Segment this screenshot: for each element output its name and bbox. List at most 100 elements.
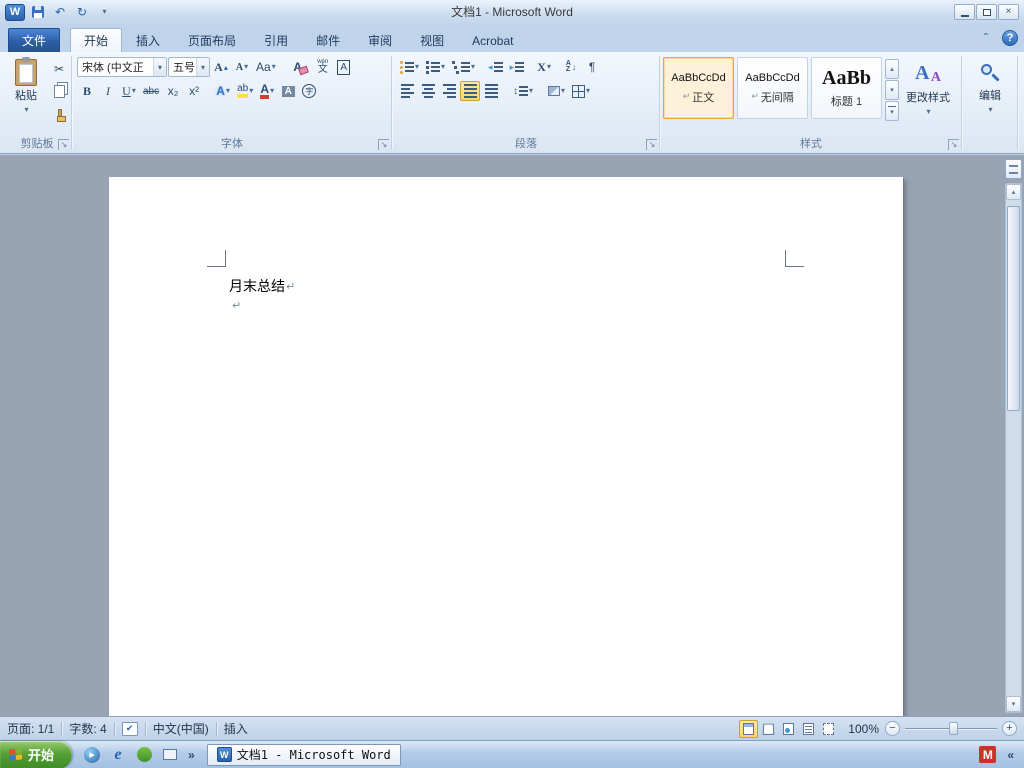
font-name-select[interactable]: 宋体 (中文正 ▾	[77, 57, 167, 77]
font-dialog-launcher[interactable]: ↘	[378, 139, 389, 150]
justify-button[interactable]	[460, 81, 480, 101]
styles-scroll-up-button[interactable]: ▴	[885, 59, 899, 79]
scroll-down-button[interactable]: ▾	[1006, 696, 1021, 712]
superscript-button[interactable]: x²	[184, 81, 204, 101]
shrink-font-button[interactable]: A ▾	[232, 57, 252, 77]
line-spacing-button[interactable]: ↕ ▾	[510, 81, 536, 101]
style-normal[interactable]: AaBbCcDd ↵ 正文	[663, 57, 734, 119]
qat-customize-button[interactable]: ▾	[95, 3, 113, 21]
change-styles-button[interactable]: AA 更改样式 ▾	[902, 57, 954, 121]
tab-file[interactable]: 文件	[8, 28, 61, 52]
tab-references[interactable]: 引用	[250, 28, 302, 52]
copy-button[interactable]	[49, 81, 69, 101]
sort-button[interactable]: A Z ↓	[561, 57, 581, 77]
character-shading-button[interactable]: A	[278, 81, 298, 101]
format-painter-button[interactable]	[49, 103, 69, 123]
quick-launch-overflow-chevron[interactable]: »	[188, 748, 195, 762]
undo-button[interactable]: ↶	[51, 3, 69, 21]
zoom-level[interactable]: 100%	[848, 722, 879, 736]
distribute-button[interactable]	[481, 81, 501, 101]
strikethrough-button[interactable]: abc	[140, 81, 162, 101]
save-button[interactable]	[29, 3, 47, 21]
paragraph-dialog-launcher[interactable]: ↘	[646, 139, 657, 150]
styles-gallery-expand-button[interactable]: ▾	[885, 101, 899, 121]
show-desktop-icon[interactable]	[160, 745, 180, 765]
bold-button[interactable]: B	[77, 81, 97, 101]
clear-formatting-button[interactable]: A	[288, 57, 308, 77]
draft-view-button[interactable]	[819, 720, 838, 738]
scrollbar-thumb[interactable]	[1007, 206, 1020, 411]
zoom-slider[interactable]	[905, 721, 997, 736]
chevron-down-icon[interactable]: ▾	[196, 58, 209, 76]
word-logo-icon[interactable]: W	[5, 3, 25, 21]
grow-font-button[interactable]: A ▴	[211, 57, 231, 77]
underline-button[interactable]: U ▾	[119, 81, 139, 101]
proofing-status-button[interactable]: ✔	[121, 721, 138, 736]
document-page[interactable]: 月末总结 ↵ ↵	[109, 177, 903, 716]
document-area[interactable]: 月末总结 ↵ ↵ ▴ ▾	[0, 155, 1024, 716]
decrease-indent-button[interactable]: ◂	[485, 57, 506, 77]
tab-insert[interactable]: 插入	[122, 28, 174, 52]
close-button[interactable]: ×	[998, 4, 1019, 20]
messenger-icon[interactable]	[134, 745, 154, 765]
align-left-button[interactable]	[397, 81, 417, 101]
editing-button[interactable]: 编辑 ▾	[965, 57, 1015, 119]
character-border-button[interactable]: A	[334, 57, 354, 77]
asian-layout-button[interactable]: X ▾	[534, 57, 554, 77]
numbering-button[interactable]: ▾	[423, 57, 448, 77]
clipboard-dialog-launcher[interactable]: ↘	[58, 139, 69, 150]
styles-dialog-launcher[interactable]: ↘	[948, 139, 959, 150]
document-heading-text[interactable]: 月末总结	[229, 276, 285, 296]
start-button[interactable]: 开始	[0, 740, 73, 768]
zoom-slider-thumb[interactable]	[949, 722, 958, 735]
multilevel-list-button[interactable]: ▾	[449, 57, 478, 77]
tab-acrobat[interactable]: Acrobat	[458, 28, 527, 52]
borders-button[interactable]: ▾	[569, 81, 593, 101]
bullets-button[interactable]: ▾	[397, 57, 422, 77]
page-indicator[interactable]: 页面: 1/1	[7, 720, 54, 737]
align-center-button[interactable]	[418, 81, 438, 101]
insert-mode-indicator[interactable]: 插入	[224, 720, 248, 737]
text-effects-button[interactable]: A ▾	[213, 81, 233, 101]
subscript-button[interactable]: x₂	[163, 81, 183, 101]
paste-button[interactable]: 粘贴 ▾	[5, 55, 47, 123]
tab-view[interactable]: 视图	[406, 28, 458, 52]
shading-button[interactable]: ▾	[545, 81, 568, 101]
internet-explorer-icon[interactable]: e	[108, 745, 128, 765]
tray-m-icon[interactable]: M	[979, 746, 997, 763]
tab-page-layout[interactable]: 页面布局	[174, 28, 250, 52]
zoom-out-button[interactable]: −	[885, 721, 900, 736]
chevron-down-icon[interactable]: ▾	[153, 58, 166, 76]
language-indicator[interactable]: 中文(中国)	[153, 720, 209, 737]
redo-button[interactable]: ↻	[73, 3, 91, 21]
font-color-button[interactable]: A ▾	[257, 81, 277, 101]
document-heading-line[interactable]: 月末总结 ↵	[229, 276, 295, 296]
cut-button[interactable]: ✂	[49, 59, 69, 79]
italic-button[interactable]: I	[98, 81, 118, 101]
style-no-spacing[interactable]: AaBbCcDd ↵ 无间隔	[737, 57, 808, 119]
tab-review[interactable]: 审阅	[354, 28, 406, 52]
phonetic-guide-button[interactable]: wén 文	[313, 57, 333, 77]
web-layout-view-button[interactable]	[779, 720, 798, 738]
tray-collapse-chevron[interactable]: «	[1007, 748, 1014, 762]
full-screen-reading-view-button[interactable]	[759, 720, 778, 738]
enclose-characters-button[interactable]: 字	[299, 81, 319, 101]
ruler-toggle-button[interactable]	[1005, 159, 1022, 179]
styles-scroll-down-button[interactable]: ▾	[885, 80, 899, 100]
minimize-button[interactable]	[954, 4, 975, 20]
document-empty-line[interactable]: ↵	[231, 298, 241, 312]
highlight-color-button[interactable]: ab ▾	[234, 81, 256, 101]
outline-view-button[interactable]	[799, 720, 818, 738]
style-heading-1[interactable]: AaBb 标题 1	[811, 57, 882, 119]
change-case-button[interactable]: Aa ▾	[253, 57, 279, 77]
media-player-icon[interactable]: ▶	[82, 745, 102, 765]
align-right-button[interactable]	[439, 81, 459, 101]
title-bar[interactable]: W ↶ ↻ ▾ 文档1 - Microsoft Word ×	[0, 0, 1024, 24]
help-icon[interactable]: ?	[1002, 30, 1018, 46]
restore-button[interactable]	[976, 4, 997, 20]
taskbar-window-button[interactable]: W 文档1 - Microsoft Word	[206, 743, 401, 766]
scroll-up-button[interactable]: ▴	[1006, 184, 1021, 200]
vertical-scrollbar[interactable]: ▴ ▾	[1005, 183, 1022, 713]
show-hide-marks-button[interactable]: ¶	[582, 57, 602, 77]
font-size-select[interactable]: 五号 ▾	[168, 57, 210, 77]
